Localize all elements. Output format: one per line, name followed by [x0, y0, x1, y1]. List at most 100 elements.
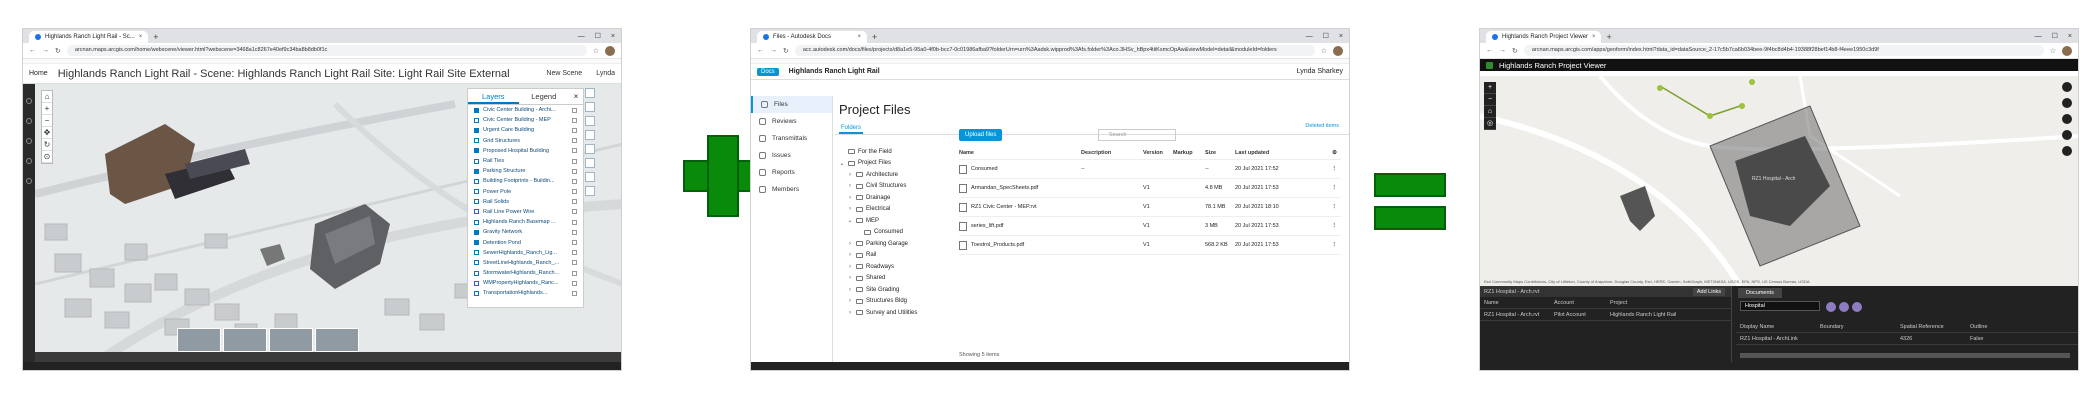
- file-name[interactable]: series_lift.pdf: [971, 223, 1003, 229]
- docs-product-menu[interactable]: Docs: [757, 67, 779, 76]
- layer-checkbox[interactable]: [474, 189, 479, 195]
- reload-icon[interactable]: ↻: [783, 47, 789, 55]
- layer-options-icon[interactable]: [572, 229, 577, 235]
- forward-icon[interactable]: →: [770, 47, 777, 54]
- sidebar-item-reports[interactable]: Reports: [751, 164, 832, 181]
- layer-row[interactable]: Rail Solids: [468, 197, 583, 207]
- tool-icon[interactable]: [26, 158, 32, 164]
- url-field[interactable]: arcnan.maps.arcgis.com/apps/geoform/inde…: [1523, 45, 2044, 56]
- tool-icon[interactable]: [26, 138, 32, 144]
- settings-icon[interactable]: [585, 186, 595, 196]
- chevron-icon[interactable]: ›: [847, 195, 853, 201]
- layer-row[interactable]: Gravity Network: [468, 227, 583, 237]
- more-options-icon[interactable]: ⋮: [1332, 185, 1338, 191]
- close-window-icon[interactable]: ×: [611, 31, 615, 43]
- forward-icon[interactable]: →: [42, 47, 49, 54]
- layer-row[interactable]: Urgent Care Building: [468, 125, 583, 135]
- layer-row[interactable]: Power Pole: [468, 187, 583, 197]
- layer-options-icon[interactable]: [572, 250, 577, 256]
- tool-icon[interactable]: [26, 98, 32, 104]
- layer-options-icon[interactable]: [572, 219, 577, 225]
- layer-row[interactable]: Detention Pond: [468, 237, 583, 247]
- tab-legend[interactable]: Legend: [519, 89, 570, 104]
- layer-checkbox[interactable]: [474, 158, 479, 164]
- zoom-in-icon[interactable]: +: [1484, 82, 1496, 94]
- column-header[interactable]: Description: [1081, 150, 1143, 156]
- tab-documents[interactable]: Documents: [1738, 288, 1782, 298]
- layer-options-icon[interactable]: [572, 117, 577, 123]
- slice-icon[interactable]: [585, 130, 595, 140]
- close-tab-icon[interactable]: ×: [139, 34, 143, 40]
- maximize-icon[interactable]: ☐: [1323, 31, 1329, 43]
- layer-checkbox[interactable]: [474, 229, 479, 235]
- file-name[interactable]: Armandan_SpecSheets.pdf: [971, 185, 1038, 191]
- layer-options-icon[interactable]: [572, 107, 577, 113]
- chevron-icon[interactable]: ›: [847, 298, 853, 304]
- document-search-input[interactable]: Hospital: [1740, 301, 1820, 311]
- layer-row[interactable]: SewerHighlands_Ranch_Lig...: [468, 248, 583, 258]
- 3d-scene-view[interactable]: ⌂ + − ✥ ↻ ⊙ Layers Legend × Civic Center Buildi…: [35, 84, 621, 362]
- print-icon[interactable]: [585, 172, 595, 182]
- avatar[interactable]: [1333, 45, 1343, 56]
- close-window-icon[interactable]: ×: [1339, 31, 1343, 43]
- table-row[interactable]: RZ1 Hospital - ArchLink 4326 False: [1736, 333, 2078, 345]
- layer-checkbox[interactable]: [474, 260, 479, 266]
- layer-checkbox[interactable]: [474, 178, 479, 184]
- layer-row[interactable]: Civic Center Building - Archi...: [468, 105, 583, 115]
- minimize-icon[interactable]: —: [2035, 31, 2042, 43]
- chevron-icon[interactable]: ⌄: [847, 217, 853, 224]
- layer-checkbox[interactable]: [474, 240, 479, 246]
- folder-item[interactable]: › Shared: [835, 273, 955, 285]
- forward-icon[interactable]: →: [1499, 47, 1506, 54]
- layer-row[interactable]: Rail Line Power Wire: [468, 207, 583, 217]
- new-scene-button[interactable]: New Scene: [546, 70, 582, 77]
- layer-options-icon[interactable]: [572, 240, 577, 246]
- rotate-icon[interactable]: ↻: [42, 139, 52, 151]
- deleted-items-link[interactable]: Deleted items: [1305, 123, 1339, 129]
- basemap-icon[interactable]: [2062, 98, 2072, 108]
- star-icon[interactable]: ☆: [1321, 47, 1327, 55]
- layer-options-icon[interactable]: [572, 178, 577, 184]
- sidebar-item-files[interactable]: Files: [751, 96, 832, 113]
- folder-item[interactable]: › Survey and Utilities: [835, 307, 955, 319]
- slide-thumbnail[interactable]: [315, 328, 359, 352]
- zoom-out-icon[interactable]: −: [42, 115, 52, 127]
- folder-item[interactable]: › Drainage: [835, 192, 955, 204]
- upload-files-button[interactable]: Upload files: [959, 129, 1003, 141]
- folder-item[interactable]: ⌄ Project Files: [835, 158, 955, 170]
- file-name[interactable]: Toestrol_Products.pdf: [971, 242, 1024, 248]
- slide-thumbnail[interactable]: [269, 328, 313, 352]
- folder-item[interactable]: › Roadways: [835, 261, 955, 273]
- user-menu[interactable]: Lynda: [596, 70, 615, 77]
- search-input[interactable]: Search: [1098, 129, 1176, 141]
- table-row[interactable]: RZ1 Civic Center - MEP.rvt V1 78.1 MB 20 Ju…: [959, 198, 1341, 217]
- more-options-icon[interactable]: ⋮: [1332, 223, 1338, 229]
- home-menu[interactable]: Home: [29, 70, 48, 77]
- map-view[interactable]: RZ1 Hospital - Arch + − ⌂ ◎ Esri Community …: [1480, 76, 2078, 286]
- sidebar-item-transmittals[interactable]: Transmittals: [751, 130, 832, 147]
- pan-icon[interactable]: ✥: [42, 127, 52, 139]
- share-icon[interactable]: [585, 158, 595, 168]
- layer-checkbox[interactable]: [474, 280, 479, 286]
- table-row[interactable]: Armandan_SpecSheets.pdf V1 4.8 MB 20 Jul 20…: [959, 179, 1341, 198]
- layer-options-icon[interactable]: [572, 209, 577, 215]
- layer-checkbox[interactable]: [474, 209, 479, 215]
- star-icon[interactable]: ☆: [593, 47, 599, 55]
- layer-row[interactable]: Rail Ties: [468, 156, 583, 166]
- layer-checkbox[interactable]: [474, 107, 479, 113]
- file-name[interactable]: Consumed: [971, 166, 998, 172]
- layer-checkbox[interactable]: [474, 127, 479, 133]
- folder-item[interactable]: For the Field: [835, 146, 955, 158]
- filter-pill[interactable]: [1852, 302, 1862, 312]
- search-icon[interactable]: [2062, 130, 2072, 140]
- reload-icon[interactable]: ↻: [1512, 47, 1518, 55]
- browser-tab[interactable]: Highlands Ranch Light Rail - Sc... ×: [29, 31, 149, 43]
- layer-checkbox[interactable]: [474, 219, 479, 225]
- close-icon[interactable]: ×: [569, 89, 583, 104]
- folder-item[interactable]: › Parking Garage: [835, 238, 955, 250]
- close-tab-icon[interactable]: ×: [1592, 34, 1596, 40]
- layer-row[interactable]: Building Footprints - Buildin...: [468, 176, 583, 186]
- layer-options-icon[interactable]: [572, 199, 577, 205]
- layer-options-icon[interactable]: [572, 280, 577, 286]
- layer-options-icon[interactable]: [572, 189, 577, 195]
